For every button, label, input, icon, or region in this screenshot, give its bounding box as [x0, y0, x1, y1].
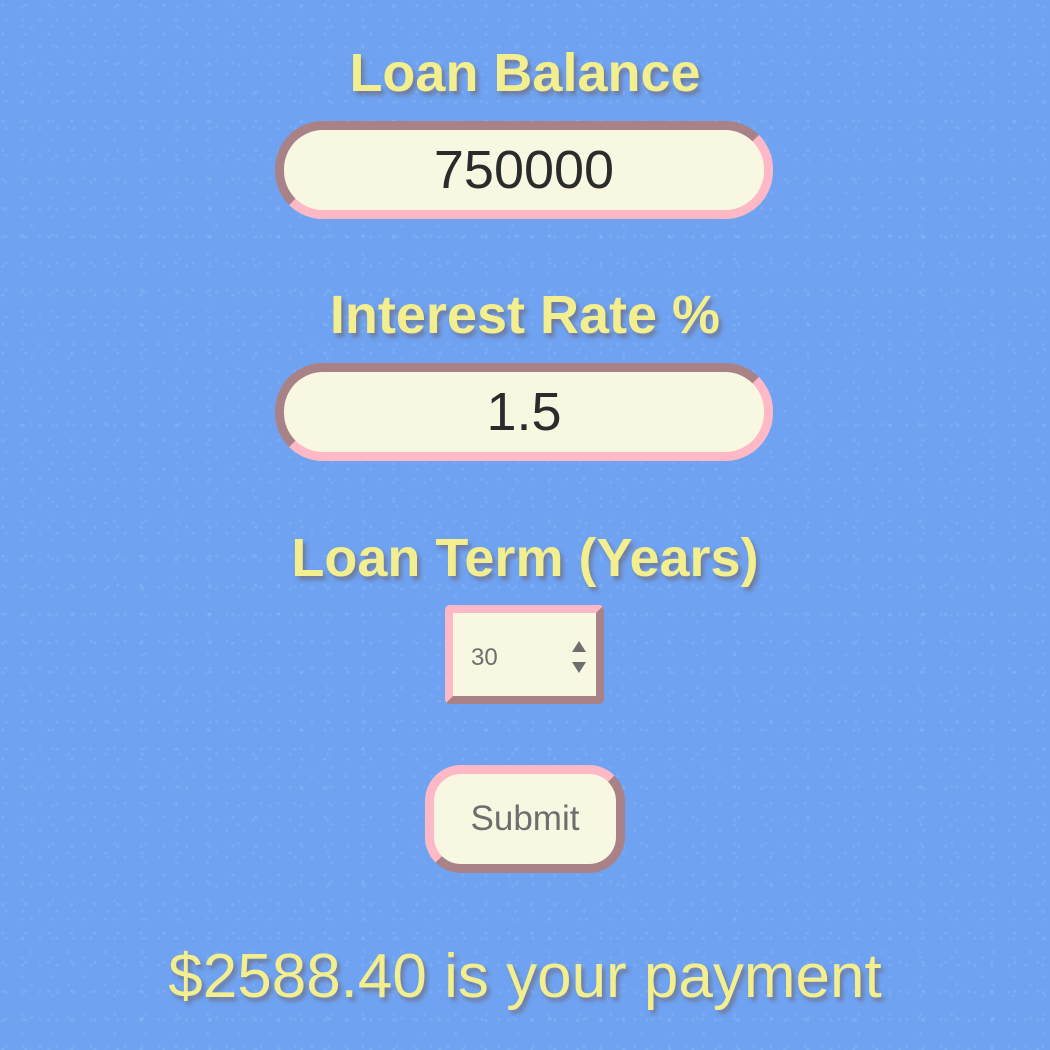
loan-balance-input[interactable]	[275, 121, 773, 219]
payment-result: $2588.40 is your payment	[168, 942, 882, 1011]
loan-balance-label: Loan Balance	[349, 43, 701, 103]
select-arrows-icon	[572, 641, 586, 673]
interest-rate-label: Interest Rate %	[329, 285, 721, 345]
chevron-down-icon	[572, 662, 586, 673]
loan-term-select[interactable]: 30	[445, 605, 604, 704]
loan-term-selected-value: 30	[471, 644, 498, 671]
interest-rate-input[interactable]	[275, 363, 773, 461]
chevron-up-icon	[572, 641, 586, 652]
loan-term-label: Loan Term (Years)	[291, 528, 759, 588]
submit-button[interactable]: Submit	[425, 765, 625, 873]
